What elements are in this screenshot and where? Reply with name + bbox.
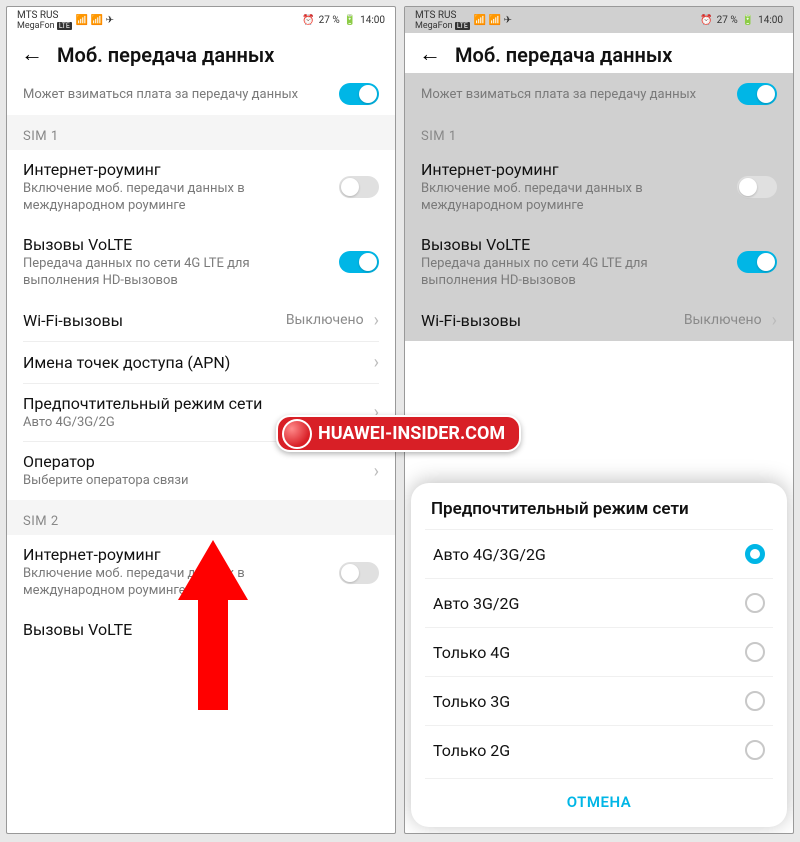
battery-pct: 27 %	[717, 15, 738, 26]
alarm-icon: ⏰	[700, 15, 712, 26]
chevron-right-icon: ›	[374, 310, 379, 331]
sim1-wificalls-row[interactable]: Wi-Fi-вызовы Выключено ›	[405, 300, 793, 341]
carrier-1: MTS RUS	[415, 10, 470, 21]
option-auto-4g-3g-2g[interactable]: Авто 4G/3G/2G	[425, 529, 773, 578]
sim1-header: SIM 1	[7, 115, 395, 150]
cancel-button[interactable]: ОТМЕНА	[425, 778, 773, 817]
alarm-icon: ⏰	[302, 15, 314, 26]
statusbar: MTS RUS MegaFon LTE 📶 📶 ✈ ⏰ 27 % 🔋 14:00	[405, 7, 793, 33]
statusbar: MTS RUS MegaFon LTE 📶 📶 ✈ ⏰ 27 % 🔋 14:00	[7, 7, 395, 33]
back-button[interactable]: ←	[21, 44, 43, 66]
back-button[interactable]: ←	[419, 44, 441, 66]
signal-icon: 📶 📶 ✈	[474, 15, 512, 26]
option-only-3g[interactable]: Только 3G	[425, 676, 773, 725]
watermark-badge: HUAWEI-INSIDER.COM	[276, 415, 521, 452]
mobile-data-toggle[interactable]	[339, 83, 379, 105]
page-title: Моб. передача данных	[455, 43, 672, 67]
battery-icon: 🔋	[344, 15, 356, 26]
sim1-roaming-toggle[interactable]	[339, 176, 379, 198]
red-arrow-icon	[178, 540, 248, 710]
carrier-2: MegaFon	[415, 21, 453, 31]
sim1-roaming-row[interactable]: Интернет-роуминг Включение моб. передачи…	[405, 150, 793, 225]
sim1-header: SIM 1	[405, 115, 793, 150]
sim1-wificalls-row[interactable]: Wi-Fi-вызовы Выключено ›	[7, 300, 395, 341]
data-toggle-row[interactable]: Может взиматься плата за передачу данных	[405, 73, 793, 115]
clock: 14:00	[360, 15, 385, 26]
chevron-right-icon: ›	[772, 310, 777, 331]
sim2-roaming-toggle[interactable]	[339, 562, 379, 584]
sim1-volte-row[interactable]: Вызовы VoLTE Передача данных по сети 4G …	[405, 225, 793, 300]
sim1-volte-toggle[interactable]	[737, 251, 777, 273]
radio-selected-icon[interactable]	[745, 544, 765, 564]
carrier-2: MegaFon	[17, 21, 55, 31]
option-only-2g[interactable]: Только 2G	[425, 725, 773, 774]
radio-icon[interactable]	[745, 593, 765, 613]
sim1-volte-row[interactable]: Вызовы VoLTE Передача данных по сети 4G …	[7, 225, 395, 300]
option-auto-3g-2g[interactable]: Авто 3G/2G	[425, 578, 773, 627]
radio-icon[interactable]	[745, 691, 765, 711]
radio-icon[interactable]	[745, 642, 765, 662]
data-toggle-row[interactable]: Может взиматься плата за передачу данных	[7, 73, 395, 115]
page-title: Моб. передача данных	[57, 43, 274, 67]
battery-icon: 🔋	[742, 15, 754, 26]
option-only-4g[interactable]: Только 4G	[425, 627, 773, 676]
sheet-title: Предпочтительный режим сети	[431, 499, 767, 519]
network-mode-sheet: Предпочтительный режим сети Авто 4G/3G/2…	[411, 483, 787, 827]
clock: 14:00	[758, 15, 783, 26]
carrier-1: MTS RUS	[17, 10, 72, 21]
radio-icon[interactable]	[745, 740, 765, 760]
sim1-roaming-row[interactable]: Интернет-роуминг Включение моб. передачи…	[7, 150, 395, 225]
chevron-right-icon: ›	[374, 461, 379, 482]
sim1-roaming-toggle[interactable]	[737, 176, 777, 198]
huawei-logo-icon	[282, 419, 312, 449]
mobile-data-toggle[interactable]	[737, 83, 777, 105]
signal-icon: 📶 📶 ✈	[76, 15, 114, 26]
sim1-volte-toggle[interactable]	[339, 251, 379, 273]
battery-pct: 27 %	[319, 15, 340, 26]
sim2-header: SIM 2	[7, 500, 395, 535]
sim1-apn-row[interactable]: Имена точек доступа (APN) ›	[7, 342, 395, 383]
chevron-right-icon: ›	[374, 352, 379, 373]
